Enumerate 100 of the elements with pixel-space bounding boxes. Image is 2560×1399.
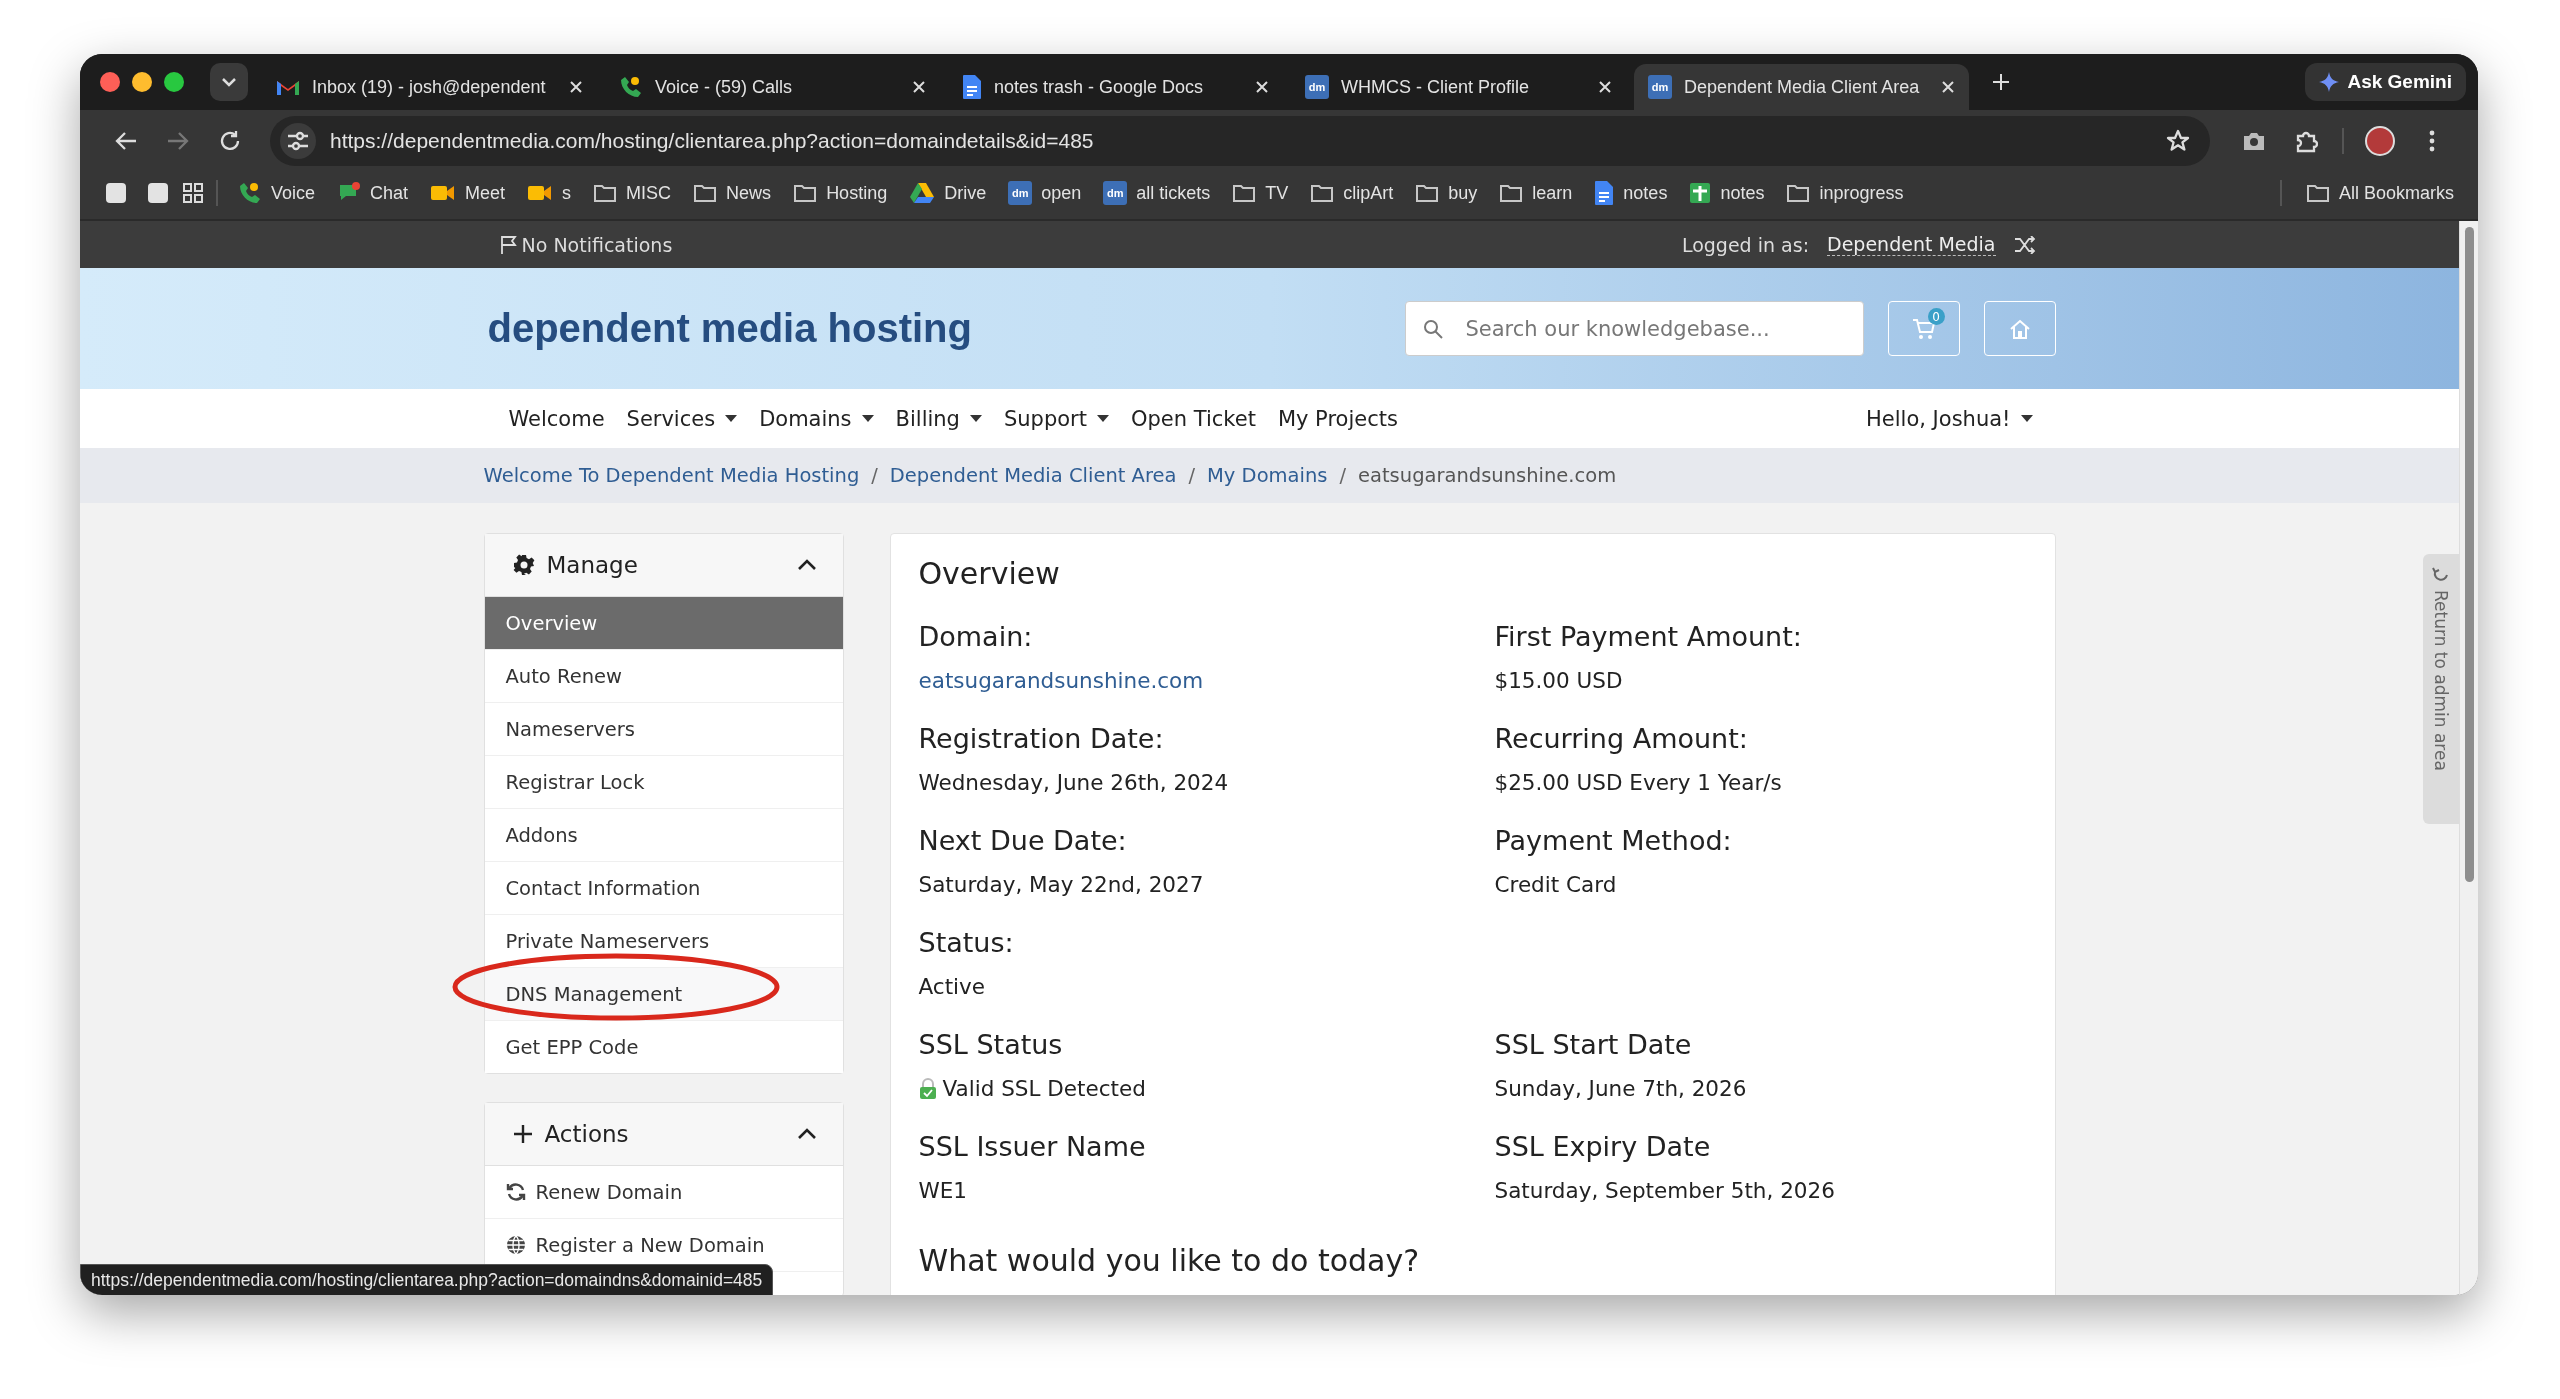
nav-dropdown[interactable]: Support [992,406,1120,431]
bookmark-link[interactable]: s [519,178,580,208]
bookmark-link[interactable]: dm open [1000,177,1090,209]
breadcrumb-link[interactable]: Welcome To Dependent Media Hosting [483,464,860,487]
browser-tab[interactable]: notes trash - Google Docs [948,64,1283,110]
nav-dropdown[interactable]: Billing [884,406,993,431]
tab-search-button[interactable] [210,63,248,101]
bookmark-link[interactable]: Drive [901,178,995,208]
star-icon[interactable] [2166,128,2190,153]
nav-link[interactable]: Welcome [497,406,616,431]
all-bookmarks-link[interactable]: All Bookmarks [2297,178,2462,208]
field-label: Next Due Date: [918,825,1128,856]
app-shortcut-icon[interactable] [148,183,168,203]
field-value: Credit Card [1494,872,1617,897]
domain-link[interactable]: eatsugarandsunshine.com [918,668,1204,693]
bookmark-link[interactable]: notes [1681,178,1773,208]
return-to-admin-tab[interactable]: Return to admin area [2423,554,2459,824]
address-bar[interactable]: https://dependentmedia.com/hosting/clientarea.php?action=domaindetails&id=485 [270,115,2210,166]
browser-tab[interactable]: Inbox (19) - josh@dependent [262,64,597,110]
phone-icon [238,181,262,205]
shuffle-icon[interactable] [2013,235,2036,254]
notifications-link[interactable]: No Notifications [499,233,673,256]
document-icon [1594,180,1615,206]
search-field[interactable]: Search our knowledgebase... [1404,301,1864,356]
video-camera-icon [430,183,457,203]
bookmark-link[interactable]: Meet [422,178,514,208]
profile-avatar[interactable] [2365,125,2395,156]
bookmark-link[interactable]: News [685,178,780,208]
nav-dropdown[interactable]: Domains [748,406,885,431]
window-maximize-button[interactable] [164,72,184,92]
ask-gemini-button[interactable]: Ask Gemini [2305,63,2466,101]
sparkle-icon [2319,72,2340,92]
field-label: SSL Issuer Name [918,1131,1147,1162]
bookmark-link[interactable]: Hosting [785,178,896,208]
browser-tab[interactable]: Voice - (59) Calls [605,64,940,110]
bookmark-link[interactable]: buy [1407,178,1486,208]
close-icon[interactable] [1941,80,1955,94]
bookmark-link[interactable]: dm all tickets [1095,177,1219,209]
breadcrumb-link[interactable]: My Domains [1207,464,1328,487]
site-logo[interactable]: dependent media hosting [487,306,972,351]
bookmark-link[interactable]: notes [1586,176,1676,210]
app-shortcut-icon[interactable] [106,183,126,203]
breadcrumb-current: eatsugarandsunshine.com [1358,464,1617,487]
close-icon[interactable] [1255,80,1269,94]
site-settings-icon[interactable] [287,130,309,151]
camera-icon[interactable] [2242,130,2266,151]
section-heading: What would you like to do today? [918,1243,1421,1278]
field-value: $15.00 USD [1494,668,1623,693]
plus-icon[interactable] [1991,72,2011,92]
chevron-down-icon [221,77,237,87]
bookmark-link[interactable]: learn [1491,178,1581,208]
mail-icon [276,78,300,96]
logged-in-label: Logged in as: [1681,233,1810,256]
apps-grid-icon[interactable] [182,182,204,204]
field-value: Wednesday, June 26th, 2024 [918,770,1229,795]
chevron-up-icon[interactable] [796,559,817,571]
sidebar-item[interactable]: DNS Management [484,967,843,1020]
back-arrow-icon[interactable] [115,130,137,151]
bookmark-link[interactable]: inprogress [1778,178,1912,208]
chevron-up-icon[interactable] [796,1128,817,1140]
bookmark-link[interactable]: TV [1224,178,1297,208]
panel-header[interactable]: Actions [484,1103,843,1166]
sidebar-item[interactable]: Get EPP Code [484,1020,843,1073]
close-icon[interactable] [1598,80,1612,94]
field-value: Saturday, May 22nd, 2027 [918,872,1204,897]
field-value: Valid SSL Detected [942,1076,1146,1101]
more-menu-icon[interactable] [2429,129,2435,152]
video-camera-icon [527,183,554,203]
window-close-button[interactable] [100,72,120,92]
undo-icon [2432,566,2450,584]
bookmark-link[interactable]: Voice [230,177,324,209]
bookmark-link[interactable]: MISC [585,178,680,208]
forward-arrow-icon[interactable] [167,130,189,151]
browser-tab[interactable]: dm Dependent Media Client Area [1634,64,1969,110]
section-title: Overview [918,556,1061,591]
globe-icon [505,1235,526,1255]
status-url-tooltip: https://dependentmedia.com/hosting/clientarea.php?action=domaindns&domainid=485 [80,1264,774,1295]
nav-dropdown[interactable]: Services [615,406,749,431]
browser-tab[interactable]: dm WHMCS - Client Profile [1291,64,1626,110]
close-icon[interactable] [912,80,926,94]
reload-icon[interactable] [219,129,241,152]
logged-in-user-link[interactable]: Dependent Media [1827,233,1996,256]
bookmark-link[interactable]: clipArt [1302,178,1402,208]
cart-count-badge: 0 [1927,308,1945,325]
panel-title: Actions [544,1121,629,1147]
folder-icon [2305,183,2330,203]
nav-link[interactable]: Open Ticket [1119,406,1267,431]
panel-header[interactable]: Manage [484,534,843,597]
bookmark-link[interactable]: Chat [329,177,417,209]
nav-link[interactable]: My Projects [1266,406,1409,431]
scrollbar[interactable] [2459,221,2478,1295]
breadcrumb-link[interactable]: Dependent Media Client Area [889,464,1177,487]
user-menu[interactable]: Hello, Joshua! [1855,406,2044,431]
field-label: SSL Status [918,1029,1064,1060]
field-value: Saturday, September 5th, 2026 [1494,1178,1835,1203]
sidebar-item[interactable]: Overview [484,597,843,649]
close-icon[interactable] [569,80,583,94]
window-minimize-button[interactable] [132,72,152,92]
folder-icon [1499,183,1524,203]
field-label: SSL Start Date [1494,1029,1693,1060]
